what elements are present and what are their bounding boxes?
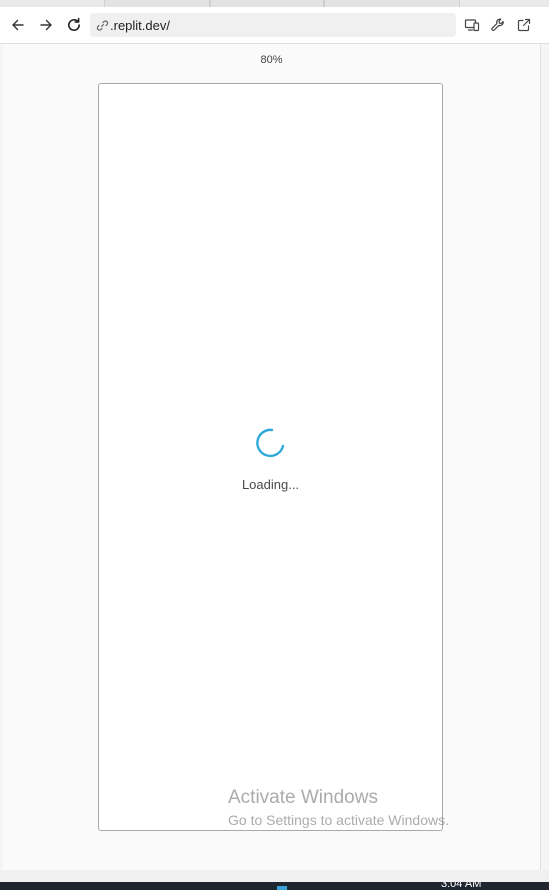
open-new-tab-button[interactable] — [511, 12, 537, 38]
windows-taskbar: 3:04 AM — [0, 882, 549, 890]
browser-tab-strip — [0, 0, 549, 7]
forward-button[interactable] — [33, 12, 59, 38]
reload-button[interactable] — [61, 12, 87, 38]
browser-tab[interactable] — [324, 0, 460, 7]
reload-icon — [66, 17, 82, 33]
device-frame[interactable]: Loading... — [98, 83, 443, 831]
address-bar[interactable]: .replit.dev/ — [90, 13, 456, 37]
loading-spinner-icon — [256, 428, 285, 458]
browser-tab[interactable] — [210, 0, 324, 7]
devtools-button[interactable] — [485, 12, 511, 38]
back-button[interactable] — [5, 12, 31, 38]
url-text: .replit.dev/ — [110, 17, 170, 33]
taskbar-app-indicator[interactable] — [277, 886, 287, 890]
back-arrow-icon — [11, 18, 25, 32]
wrench-icon — [490, 17, 506, 33]
taskbar-clock[interactable]: 3:04 AM — [441, 882, 481, 890]
browser-tab[interactable] — [104, 0, 210, 7]
device-toggle-button[interactable] — [459, 12, 485, 38]
devices-icon — [464, 17, 480, 33]
loading-text: Loading... — [241, 477, 300, 492]
forward-arrow-icon — [39, 18, 53, 32]
browser-toolbar: .replit.dev/ — [0, 7, 549, 44]
window-bottom-edge — [0, 870, 549, 882]
link-icon — [96, 19, 109, 32]
zoom-level[interactable]: 80% — [3, 54, 540, 66]
open-external-icon — [516, 17, 532, 33]
webview-preview-pane: 80% Loading... — [3, 44, 541, 870]
